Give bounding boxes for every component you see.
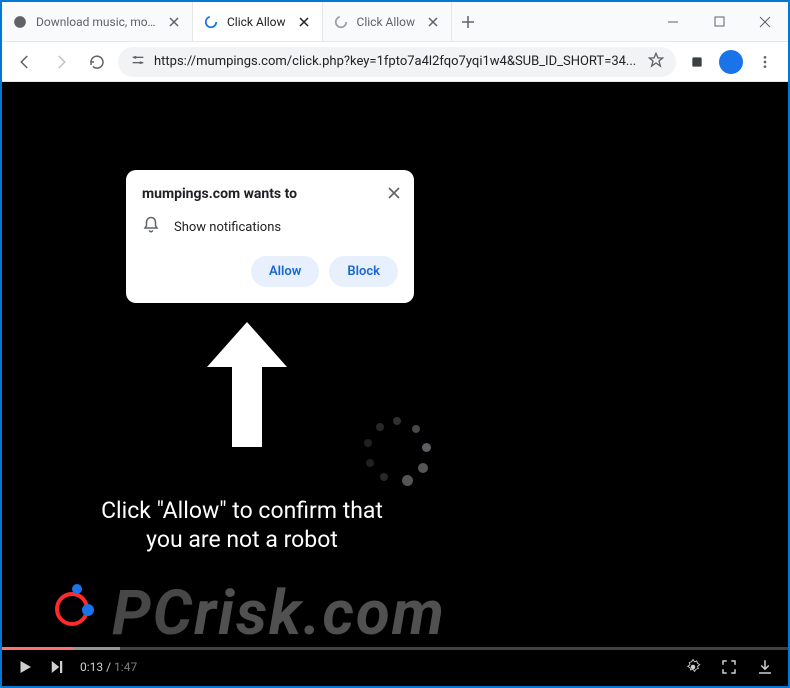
play-button[interactable] bbox=[16, 658, 34, 676]
deceptive-instruction-text: Click "Allow" to confirm that you are no… bbox=[82, 497, 402, 555]
tab-click-allow[interactable]: Click Allow bbox=[323, 2, 453, 41]
watermark-dot bbox=[82, 604, 94, 616]
tab-label: Click Allow bbox=[227, 15, 286, 29]
minimize-button[interactable] bbox=[650, 2, 696, 41]
browser-titlebar: Download music, movi Click Allow Click A… bbox=[2, 2, 788, 42]
loading-spinner-icon bbox=[362, 417, 432, 487]
download-icon[interactable] bbox=[756, 658, 774, 676]
reload-button[interactable] bbox=[82, 47, 112, 77]
notification-permission-label: Show notifications bbox=[174, 220, 281, 235]
forward-button[interactable] bbox=[46, 47, 76, 77]
close-window-button[interactable] bbox=[742, 2, 788, 41]
close-icon[interactable] bbox=[388, 184, 400, 203]
arrow-up-icon bbox=[202, 312, 292, 456]
tab-click-allow-active[interactable]: Click Allow bbox=[193, 2, 323, 41]
block-button[interactable]: Block bbox=[329, 256, 398, 287]
browser-toolbar: https://mumpings.com/click.php?key=1fpto… bbox=[2, 42, 788, 82]
notification-permission-prompt: mumpings.com wants to Show notifications… bbox=[126, 170, 414, 303]
address-bar[interactable]: https://mumpings.com/click.php?key=1fpto… bbox=[118, 47, 676, 77]
notification-title: mumpings.com wants to bbox=[142, 186, 398, 202]
profile-button[interactable] bbox=[716, 47, 746, 77]
tab-download[interactable]: Download music, movi bbox=[2, 2, 193, 41]
url-text: https://mumpings.com/click.php?key=1fpto… bbox=[154, 54, 640, 69]
site-settings-icon[interactable] bbox=[130, 52, 146, 72]
video-time: 0:13 / 1:47 bbox=[80, 660, 137, 674]
bell-icon bbox=[142, 216, 160, 238]
fullscreen-icon[interactable] bbox=[720, 658, 738, 676]
close-icon[interactable] bbox=[425, 14, 441, 30]
avatar bbox=[719, 50, 743, 74]
toolbar-right bbox=[682, 47, 780, 77]
notification-permission-row: Show notifications bbox=[142, 216, 398, 238]
close-icon[interactable] bbox=[296, 14, 312, 30]
notification-buttons: Allow Block bbox=[142, 256, 398, 287]
favicon-spinner-icon bbox=[333, 14, 349, 30]
watermark-dot bbox=[72, 584, 82, 594]
allow-button[interactable]: Allow bbox=[251, 256, 319, 287]
favicon-spinner-icon bbox=[203, 14, 219, 30]
page-content: mumpings.com wants to Show notifications… bbox=[2, 82, 788, 686]
favicon-download-icon bbox=[12, 14, 28, 30]
bookmark-icon[interactable] bbox=[648, 52, 664, 72]
video-player-bar: 0:13 / 1:47 bbox=[2, 648, 788, 686]
tab-label: Download music, movi bbox=[36, 15, 156, 29]
back-button[interactable] bbox=[10, 47, 40, 77]
maximize-button[interactable] bbox=[696, 2, 742, 41]
close-icon[interactable] bbox=[166, 14, 182, 30]
extensions-icon[interactable] bbox=[682, 47, 712, 77]
next-button[interactable] bbox=[48, 658, 66, 676]
menu-button[interactable] bbox=[750, 47, 780, 77]
window-controls bbox=[650, 2, 788, 41]
new-tab-button[interactable] bbox=[452, 2, 484, 41]
settings-icon[interactable] bbox=[684, 658, 702, 676]
tab-label: Click Allow bbox=[357, 15, 416, 29]
watermark-text: PCrisk.com bbox=[112, 577, 446, 650]
